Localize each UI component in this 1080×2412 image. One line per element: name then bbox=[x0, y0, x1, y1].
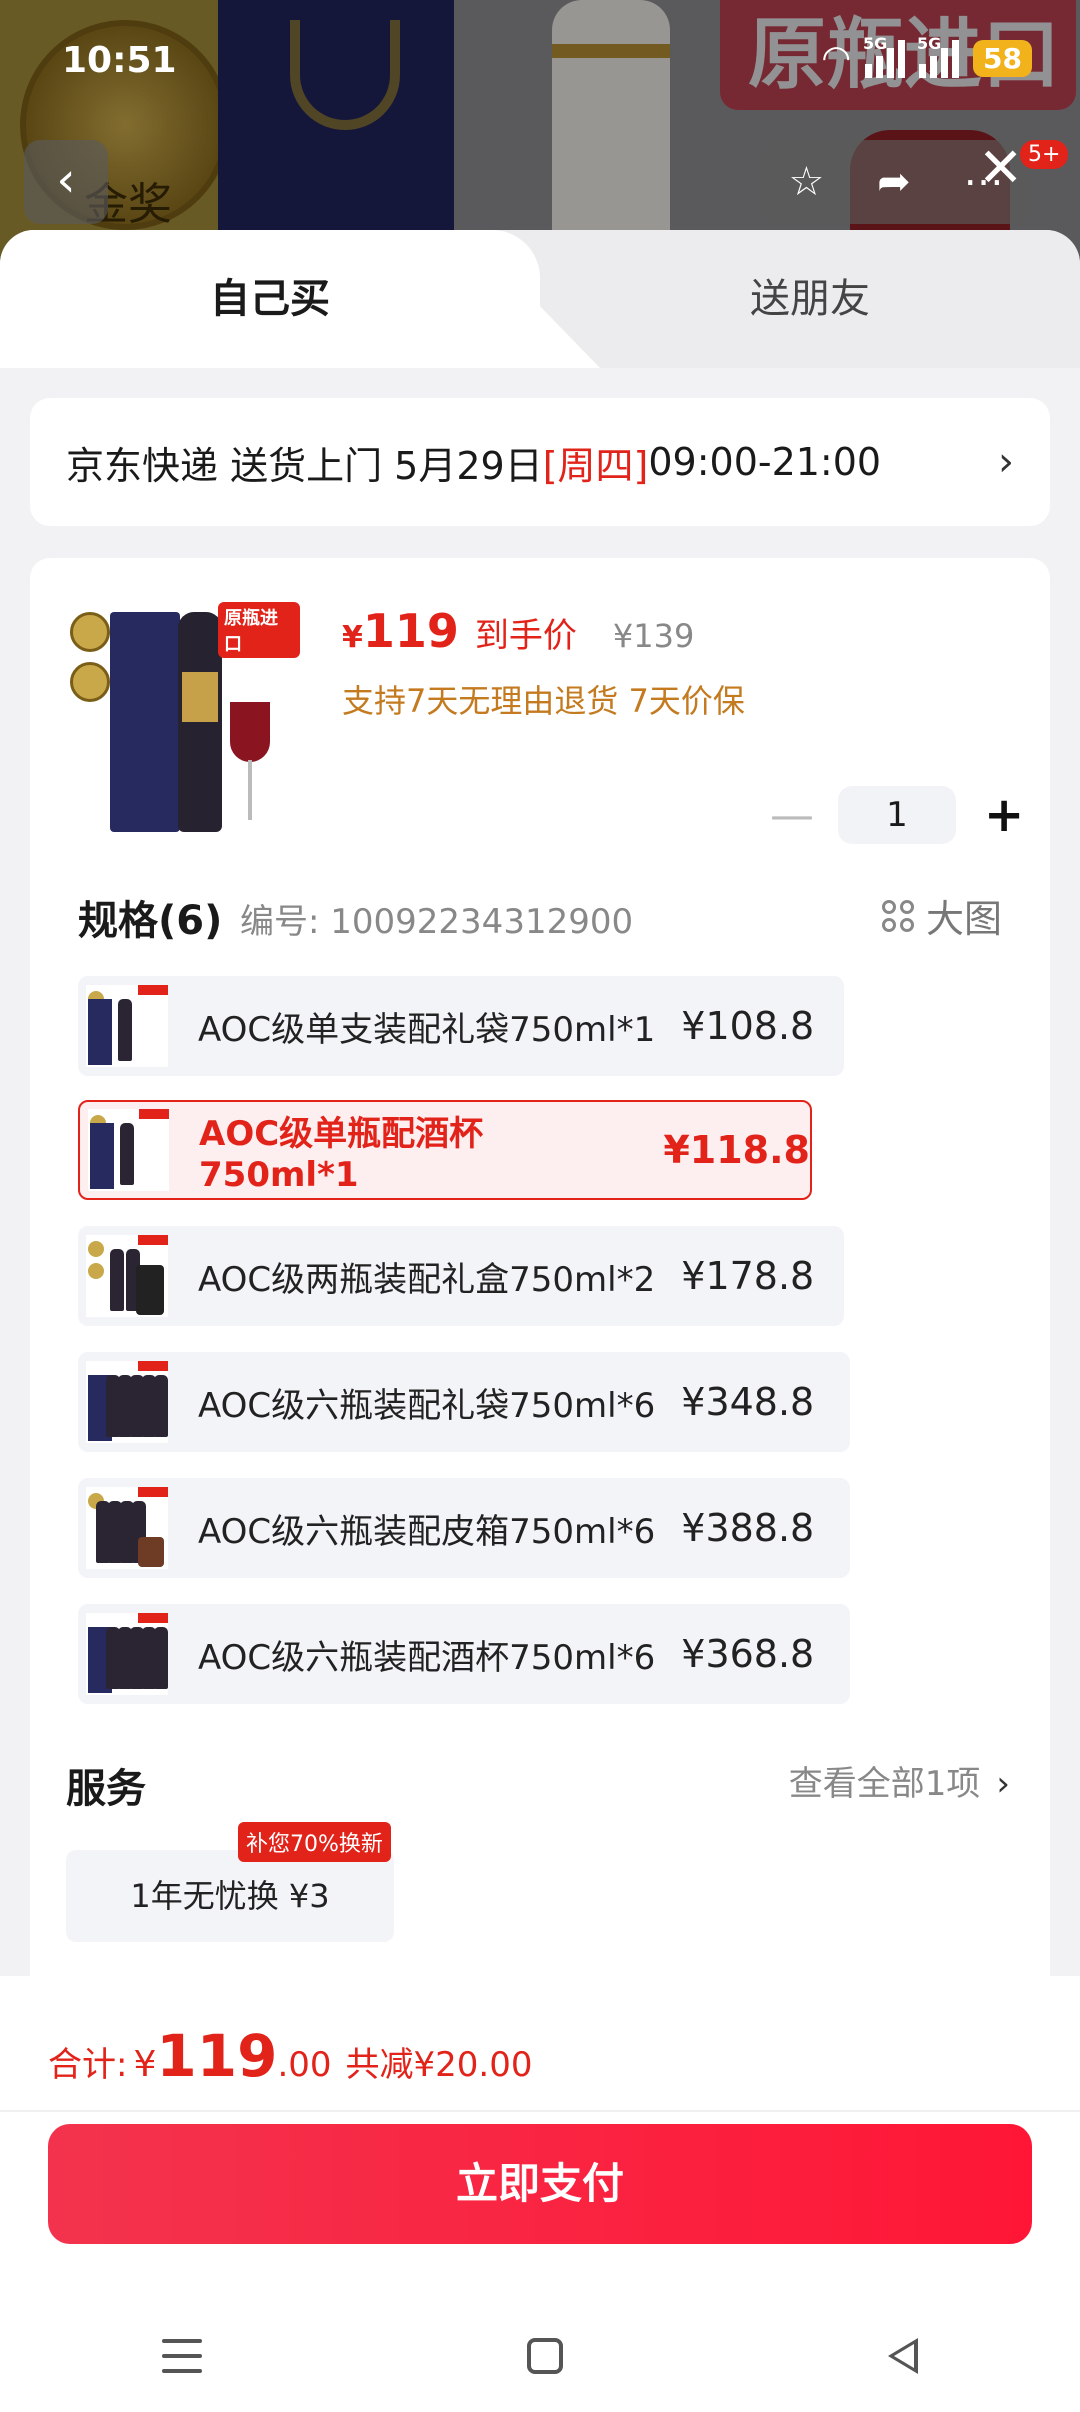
tab-buy-self[interactable]: 自己买 bbox=[0, 230, 540, 368]
option-name: AOC级单瓶配酒杯750ml*1 bbox=[199, 1113, 484, 1195]
option-thumbnail bbox=[88, 1109, 170, 1191]
option-thumbnail bbox=[86, 1235, 168, 1317]
service-option[interactable]: 1年无忧换 ¥3 bbox=[66, 1850, 394, 1942]
option-price: ¥368.8 bbox=[681, 1632, 815, 1676]
signal-icon: 5G bbox=[917, 34, 960, 78]
option-thumbnail bbox=[86, 1613, 168, 1695]
spec-option[interactable]: AOC级六瓶装配礼袋750ml*6 ¥348.8 bbox=[78, 1352, 850, 1452]
quantity-stepper: — 1 + bbox=[770, 786, 1024, 844]
product-thumbnail[interactable]: 原瓶进口 bbox=[70, 602, 300, 842]
total-currency: ¥ bbox=[133, 2044, 157, 2085]
bottle-shape bbox=[178, 612, 222, 832]
delivery-prefix: 京东快递 送货上门 5月29日 bbox=[66, 443, 543, 488]
grid-icon bbox=[881, 899, 914, 932]
home-icon[interactable] bbox=[526, 2338, 563, 2374]
option-name: AOC级六瓶装配皮箱750ml*6 bbox=[198, 1511, 656, 1552]
delivery-row[interactable]: 京东快递 送货上门 5月29日 [周四] 09:00-21:00 › bbox=[30, 398, 1050, 526]
delivery-weekday: [周四] bbox=[542, 443, 649, 488]
option-thumbnail bbox=[86, 1487, 168, 1569]
chevron-right-icon: › bbox=[998, 439, 1014, 485]
big-image-label: 大图 bbox=[925, 897, 1002, 941]
spec-option[interactable]: AOC级单支装配礼袋750ml*1 ¥108.8 bbox=[78, 976, 844, 1076]
signal-icon: 5G bbox=[863, 34, 906, 78]
service-badge: 补您70%换新 bbox=[238, 1822, 391, 1862]
total-saving: 共减¥20.00 bbox=[345, 2045, 533, 2085]
option-name: AOC级六瓶装配酒杯750ml*6 bbox=[198, 1637, 656, 1678]
big-image-button[interactable]: 大图 bbox=[881, 888, 1002, 943]
spec-title: 规格(6) bbox=[78, 898, 223, 944]
system-nav-bar bbox=[0, 2300, 1080, 2412]
back-button[interactable]: ‹ bbox=[24, 140, 108, 224]
guarantee-text: 支持7天无理由退货 7天价保 bbox=[342, 682, 745, 720]
spec-option[interactable]: AOC级六瓶装配皮箱750ml*6 ¥388.8 bbox=[78, 1478, 850, 1578]
spec-option[interactable]: AOC级六瓶装配酒杯750ml*6 ¥368.8 bbox=[78, 1604, 850, 1704]
share-icon[interactable]: ➦ bbox=[877, 159, 911, 205]
total-decimal: .00 bbox=[277, 2045, 332, 2085]
option-price: ¥108.8 bbox=[681, 1004, 815, 1048]
total-integer: 119 bbox=[156, 2022, 278, 2090]
option-name: AOC级六瓶装配礼袋750ml*6 bbox=[198, 1385, 656, 1426]
menu-icon[interactable] bbox=[162, 2339, 203, 2373]
pay-now-button[interactable]: 立即支付 bbox=[48, 2124, 1032, 2244]
service-title: 服务 bbox=[66, 1766, 146, 1812]
close-icon[interactable]: ✕ bbox=[978, 136, 1023, 199]
status-time: 10:51 bbox=[62, 40, 177, 81]
tab-gift-friend[interactable]: 送朋友 bbox=[540, 230, 1080, 368]
option-thumbnail bbox=[86, 985, 168, 1067]
back-icon[interactable] bbox=[887, 2338, 918, 2374]
spec-option[interactable]: AOC级两瓶装配礼盒750ml*2 ¥178.8 bbox=[78, 1226, 844, 1326]
tab-bar: 送朋友 自己买 bbox=[0, 230, 1080, 368]
favorite-icon[interactable]: ☆ bbox=[788, 159, 824, 205]
medal-icon bbox=[70, 662, 110, 702]
status-icons: ◠ 5G 5G 58 bbox=[821, 34, 1032, 78]
price-line: ¥119 到手价 ¥139 bbox=[342, 604, 694, 658]
increase-button[interactable]: + bbox=[984, 787, 1024, 843]
divider bbox=[0, 2110, 1080, 2112]
option-name: AOC级单支装配礼袋750ml*1 bbox=[198, 1009, 656, 1050]
option-thumbnail bbox=[86, 1361, 168, 1443]
chevron-right-icon: › bbox=[996, 1764, 1010, 1804]
option-name: AOC级两瓶装配礼盒750ml*2 bbox=[198, 1259, 656, 1300]
battery-indicator: 58 bbox=[973, 39, 1032, 77]
import-tag: 原瓶进口 bbox=[218, 602, 300, 658]
spec-option-selected[interactable]: AOC级单瓶配酒杯750ml*1 ¥118.8 bbox=[78, 1100, 812, 1200]
medal-icon bbox=[70, 612, 110, 652]
option-price: ¥178.8 bbox=[681, 1254, 815, 1298]
final-price-label: 到手价 bbox=[474, 616, 577, 656]
cart-count-badge: 5+ bbox=[1020, 140, 1069, 169]
option-price: ¥388.8 bbox=[681, 1506, 815, 1550]
bottle-label-shape bbox=[182, 672, 218, 722]
gift-box-shape bbox=[110, 612, 180, 832]
service-view-all[interactable]: 查看全部1项 › bbox=[789, 1756, 1010, 1805]
original-price: ¥139 bbox=[612, 617, 695, 655]
option-price: ¥118.8 bbox=[663, 1128, 810, 1172]
final-price: ¥119 bbox=[342, 604, 459, 658]
delivery-time: 09:00-21:00 bbox=[648, 440, 882, 484]
option-price: ¥348.8 bbox=[681, 1380, 815, 1424]
total-summary: 合计: ¥ 119 .00 共减¥20.00 bbox=[48, 2022, 533, 2090]
quantity-value[interactable]: 1 bbox=[838, 786, 956, 844]
decrease-button[interactable]: — bbox=[770, 790, 814, 841]
wifi-icon: ◠ bbox=[821, 38, 852, 78]
wine-glass-shape bbox=[230, 702, 270, 762]
total-label: 合计: bbox=[48, 2045, 128, 2085]
product-code: 编号: 10092234312900 bbox=[240, 902, 634, 942]
wine-glass-stem bbox=[248, 760, 252, 820]
